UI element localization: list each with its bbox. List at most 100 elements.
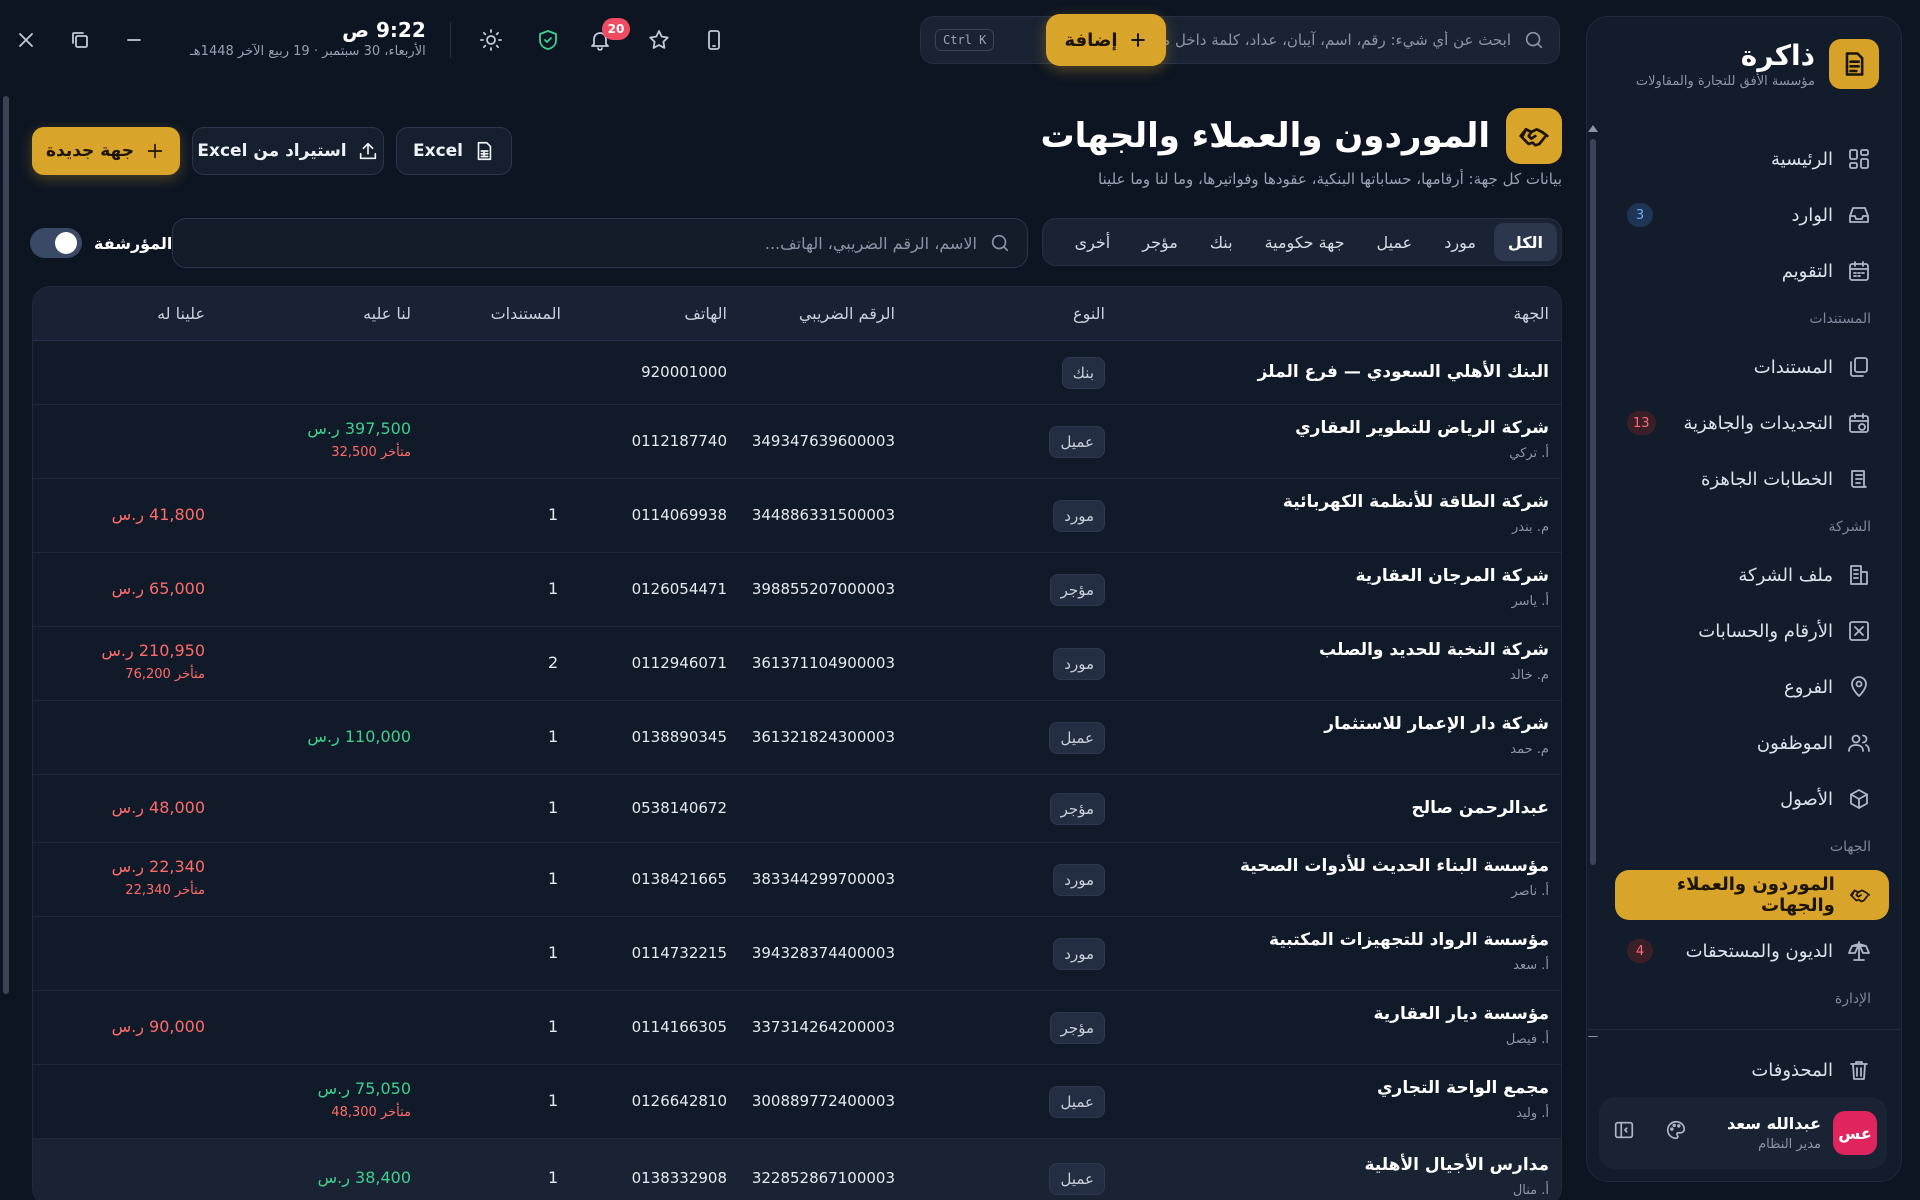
add-button[interactable]: إضافة	[1046, 14, 1166, 66]
table-row[interactable]: شركة المرجان العقارية أ. ياسر مؤجر 39885520…	[33, 553, 1561, 627]
palette-icon[interactable]	[1665, 1119, 1687, 1141]
table-row[interactable]: عبدالرحمن صالح مؤجر 0538140672 1 48,000 ر.س	[33, 775, 1561, 843]
mobile-view-button[interactable]	[700, 26, 728, 54]
col-phone[interactable]: الهاتف	[684, 304, 727, 323]
sidebar-item-label: الموردون والعملاء والجهات	[1676, 874, 1835, 916]
documents-count: 1	[548, 1168, 559, 1187]
close-icon[interactable]	[14, 28, 38, 52]
table-row[interactable]: مؤسسة ديار العقارية أ. فيصل مؤجر 3373142642…	[33, 991, 1561, 1065]
table-row[interactable]: مدارس الأجيال الأهلية أ. منال عميل 32285286…	[33, 1139, 1561, 1200]
table-row[interactable]: مؤسسة البناء الحديث للأدوات الصحية أ. ناص…	[33, 843, 1561, 917]
sidebar-item-assets[interactable]: الأصول	[1615, 774, 1889, 824]
scroll-up-icon[interactable]	[1588, 125, 1598, 132]
sidebar-item-employees[interactable]: الموظفون	[1615, 718, 1889, 768]
archived-toggle[interactable]	[30, 228, 82, 258]
documents-count: 1	[548, 798, 559, 817]
global-search[interactable]: Ctrl K	[920, 16, 1560, 64]
type-badge[interactable]: عميل	[1049, 426, 1105, 458]
type-badge[interactable]: مؤجر	[1049, 793, 1105, 825]
tab-client[interactable]: عميل	[1362, 223, 1426, 261]
tab-government[interactable]: جهة حكومية	[1251, 223, 1359, 261]
type-badge[interactable]: مورد	[1053, 864, 1105, 896]
party-name: شركة دار الإعمار للاستثمار	[1324, 714, 1549, 734]
collapse-sidebar-icon[interactable]	[1613, 1119, 1635, 1141]
tab-bank[interactable]: بنك	[1196, 223, 1247, 261]
sun-icon	[480, 29, 502, 51]
sidebar-item-calendar[interactable]: التقويم	[1615, 246, 1889, 296]
minimize-icon[interactable]	[122, 28, 146, 52]
type-badge[interactable]: عميل	[1049, 722, 1105, 754]
table-row[interactable]: شركة الرياض للتطوير العقاري أ. تركي عميل 34…	[33, 405, 1561, 479]
sidebar-item-branches[interactable]: الفروع	[1615, 662, 1889, 712]
col-owed-by-us[interactable]: علينا له	[157, 304, 205, 323]
sidebar-item-parties[interactable]: الموردون والعملاء والجهات	[1615, 870, 1889, 920]
type-badge[interactable]: عميل	[1049, 1086, 1105, 1118]
phone-number: 0112946071	[631, 654, 727, 672]
sidebar-scrollbar[interactable]	[1588, 125, 1598, 1037]
sidebar-item-inbox[interactable]: الوارد 3	[1615, 190, 1889, 240]
notifications-badge: 20	[602, 18, 630, 40]
tab-supplier[interactable]: مورد	[1430, 223, 1490, 261]
col-owed-to-us[interactable]: لنا عليه	[363, 304, 411, 323]
avatar: عس	[1833, 1111, 1877, 1155]
table-row[interactable]: شركة النخبة للحديد والصلب م. خالد مورد 3613…	[33, 627, 1561, 701]
sidebar-item-renewals[interactable]: التجديدات والجاهزية 13	[1615, 398, 1889, 448]
sidebar-item-letters[interactable]: الخطابات الجاهزة	[1615, 454, 1889, 504]
type-badge[interactable]: بنك	[1061, 357, 1105, 389]
sidebar-item-home[interactable]: الرئيسية	[1615, 134, 1889, 184]
table-row[interactable]: البنك الأهلي السعودي — فرع الملز بنك 92000…	[33, 341, 1561, 405]
sidebar-scroll-thumb[interactable]	[1590, 139, 1596, 865]
phone-number: 0138421665	[631, 870, 727, 888]
table-row[interactable]: شركة دار الإعمار للاستثمار م. حمد عميل 3613…	[33, 701, 1561, 775]
table-row[interactable]: شركة الطاقة للأنظمة الكهربائية م. بندر مور…	[33, 479, 1561, 553]
type-badge[interactable]: مورد	[1053, 500, 1105, 532]
tab-landlord[interactable]: مؤجر	[1128, 223, 1192, 261]
party-name: مؤسسة الرواد للتجهيزات المكتبية	[1269, 930, 1549, 950]
sidebar-item-label: التجديدات والجاهزية	[1683, 412, 1833, 434]
party-name: مدارس الأجيال الأهلية	[1364, 1155, 1549, 1175]
sidebar-item-trash[interactable]: المحذوفات	[1615, 1045, 1889, 1095]
import-excel-button[interactable]: استيراد من Excel	[192, 127, 384, 175]
type-badge[interactable]: مؤجر	[1049, 1012, 1105, 1044]
user-card[interactable]: عس عبدالله سعد مدير النظام	[1599, 1097, 1887, 1169]
sidebar-section-admin: الإدارة	[1834, 991, 1871, 1007]
tab-all[interactable]: الكل	[1493, 223, 1557, 261]
security-status-button[interactable]	[534, 26, 562, 54]
sidebar-item-accounts[interactable]: الأرقام والحسابات	[1615, 606, 1889, 656]
dashboard-icon	[1849, 149, 1869, 169]
table-row[interactable]: مجمع الواحة التجاري أ. وليد عميل 3008897724…	[33, 1065, 1561, 1139]
sidebar-item-documents[interactable]: المستندات	[1615, 342, 1889, 392]
parties-search-input[interactable]	[189, 233, 977, 253]
party-contact: م. بندر	[1512, 520, 1549, 535]
col-name[interactable]: الجهة	[1513, 304, 1549, 323]
restore-icon[interactable]	[68, 28, 92, 52]
page-header: الموردون والعملاء والجهات	[1040, 108, 1562, 164]
col-docs[interactable]: المستندات	[491, 304, 561, 323]
export-excel-button[interactable]: Excel	[396, 127, 512, 175]
brand[interactable]: ذاكرة مؤسسة الأفق للتجارة والمقاولات	[1636, 39, 1879, 89]
main-scrollbar[interactable]	[3, 96, 9, 994]
location-icon	[1851, 676, 1867, 697]
sidebar-item-company-profile[interactable]: ملف الشركة	[1615, 550, 1889, 600]
tax-number: 394328374400003	[751, 944, 895, 962]
table-row[interactable]: مؤسسة الرواد للتجهيزات المكتبية أ. سعد مور…	[33, 917, 1561, 991]
owed-to-us-overdue: متأخر 32,500	[331, 445, 411, 460]
brand-subtitle: مؤسسة الأفق للتجارة والمقاولات	[1635, 73, 1815, 89]
trash-icon	[1850, 1061, 1868, 1080]
tab-other[interactable]: أخرى	[1061, 223, 1125, 261]
theme-toggle-button[interactable]	[477, 26, 505, 54]
parties-search[interactable]	[172, 218, 1028, 268]
scroll-down-icon[interactable]	[1588, 1036, 1598, 1037]
notifications-button[interactable]: 20	[586, 18, 630, 54]
col-type[interactable]: النوع	[1073, 304, 1105, 323]
phone-number: 0114166305	[631, 1018, 727, 1036]
new-party-button[interactable]: جهة جديدة	[32, 127, 180, 175]
col-tax[interactable]: الرقم الضريبي	[799, 304, 895, 323]
type-badge[interactable]: عميل	[1049, 1163, 1105, 1195]
favorites-button[interactable]	[645, 26, 673, 54]
type-badge[interactable]: مورد	[1053, 648, 1105, 680]
type-badge[interactable]: مورد	[1053, 938, 1105, 970]
type-badge[interactable]: مؤجر	[1049, 574, 1105, 606]
sidebar-item-debts[interactable]: الديون والمستحقات 4	[1615, 926, 1889, 976]
party-contact: أ. سعد	[1513, 958, 1549, 973]
